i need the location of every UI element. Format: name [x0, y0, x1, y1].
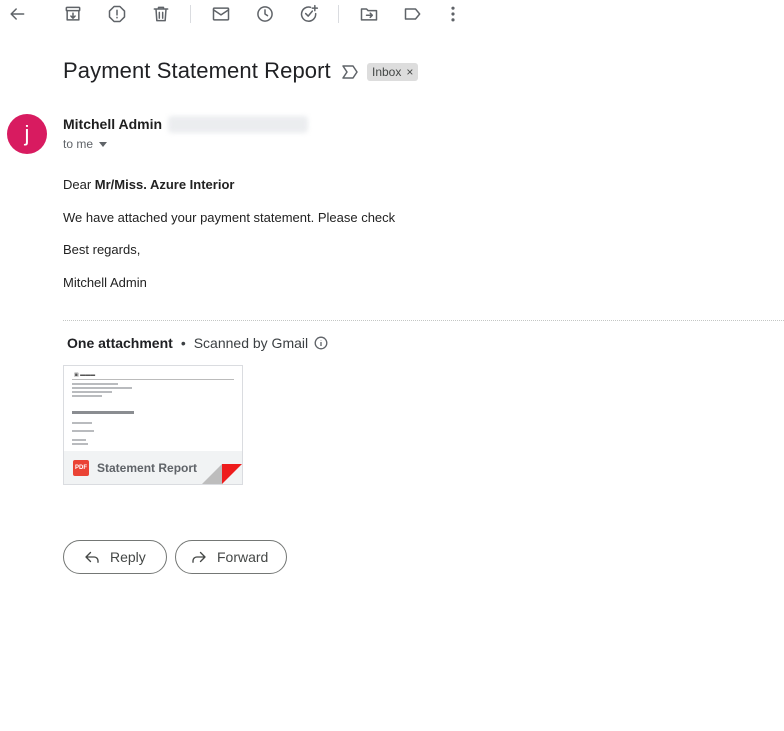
page-fold-icon	[202, 464, 222, 484]
add-task-icon[interactable]	[297, 2, 321, 26]
caret-down-icon	[99, 141, 108, 147]
body-line-signoff: Best regards,	[63, 242, 141, 257]
attachment-filename: Statement Report	[97, 460, 198, 475]
sender-email-redacted	[168, 116, 308, 133]
preview-text-line	[72, 383, 118, 385]
sender-name: Mitchell Admin	[63, 116, 163, 132]
preview-text-line	[72, 391, 112, 393]
label-icon[interactable]	[401, 2, 425, 26]
delete-icon[interactable]	[149, 2, 173, 26]
preview-logo: ▣ ▬▬▬	[74, 372, 96, 378]
archive-icon[interactable]	[61, 2, 85, 26]
attachment-preview-thumbnail: ▣ ▬▬▬	[64, 366, 242, 451]
greeting-prefix: Dear	[63, 177, 95, 192]
body-line-signature: Mitchell Admin	[63, 275, 147, 290]
attachment-card[interactable]: ▣ ▬▬▬ PDF Statement Report	[63, 365, 243, 485]
attachments-divider	[63, 320, 784, 321]
reply-button[interactable]: Reply	[63, 540, 167, 574]
recipient-label: to me	[63, 137, 94, 151]
info-icon[interactable]	[314, 336, 328, 350]
mark-unread-icon[interactable]	[209, 2, 233, 26]
attachments-count: One attachment	[67, 335, 173, 351]
snooze-icon[interactable]	[253, 2, 277, 26]
preview-text-line	[72, 443, 88, 445]
recipient-details-toggle[interactable]: to me	[63, 137, 108, 151]
sender-avatar[interactable]: j	[7, 114, 47, 154]
pdf-corner-icon	[222, 464, 242, 484]
report-spam-icon[interactable]	[105, 2, 129, 26]
move-to-icon[interactable]	[357, 2, 381, 26]
remove-label-icon[interactable]: ×	[406, 65, 413, 79]
greeting-line: Dear Mr/Miss. Azure Interior	[63, 177, 234, 192]
forward-label: Forward	[217, 549, 269, 565]
toolbar-divider	[190, 5, 191, 23]
scan-status: Scanned by Gmail	[193, 335, 309, 351]
reply-icon	[83, 548, 101, 566]
preview-rule	[72, 379, 234, 380]
preview-text-line	[72, 387, 132, 389]
preview-text-line	[72, 439, 86, 441]
more-vert-icon[interactable]	[441, 2, 465, 26]
attachments-separator: •	[180, 335, 186, 351]
preview-title-line	[72, 411, 134, 414]
preview-text-line	[72, 422, 92, 424]
reply-label: Reply	[110, 549, 146, 565]
preview-text-line	[72, 430, 94, 432]
attachments-header: One attachment • Scanned by Gmail	[67, 335, 328, 351]
inbox-label-chip[interactable]: Inbox ×	[367, 63, 419, 81]
forward-icon	[190, 548, 208, 566]
email-subject: Payment Statement Report	[63, 58, 331, 83]
toolbar-divider	[338, 5, 339, 23]
importance-marker-icon[interactable]	[341, 64, 359, 80]
label-chip-text: Inbox	[372, 65, 402, 79]
preview-text-line	[72, 395, 102, 397]
recipient-name: Mr/Miss. Azure Interior	[94, 177, 235, 192]
email-toolbar	[0, 0, 784, 28]
pdf-icon: PDF	[73, 459, 89, 476]
back-arrow-icon[interactable]	[5, 2, 29, 26]
body-line-message: We have attached your payment statement.…	[63, 210, 396, 225]
forward-button[interactable]: Forward	[175, 540, 287, 574]
